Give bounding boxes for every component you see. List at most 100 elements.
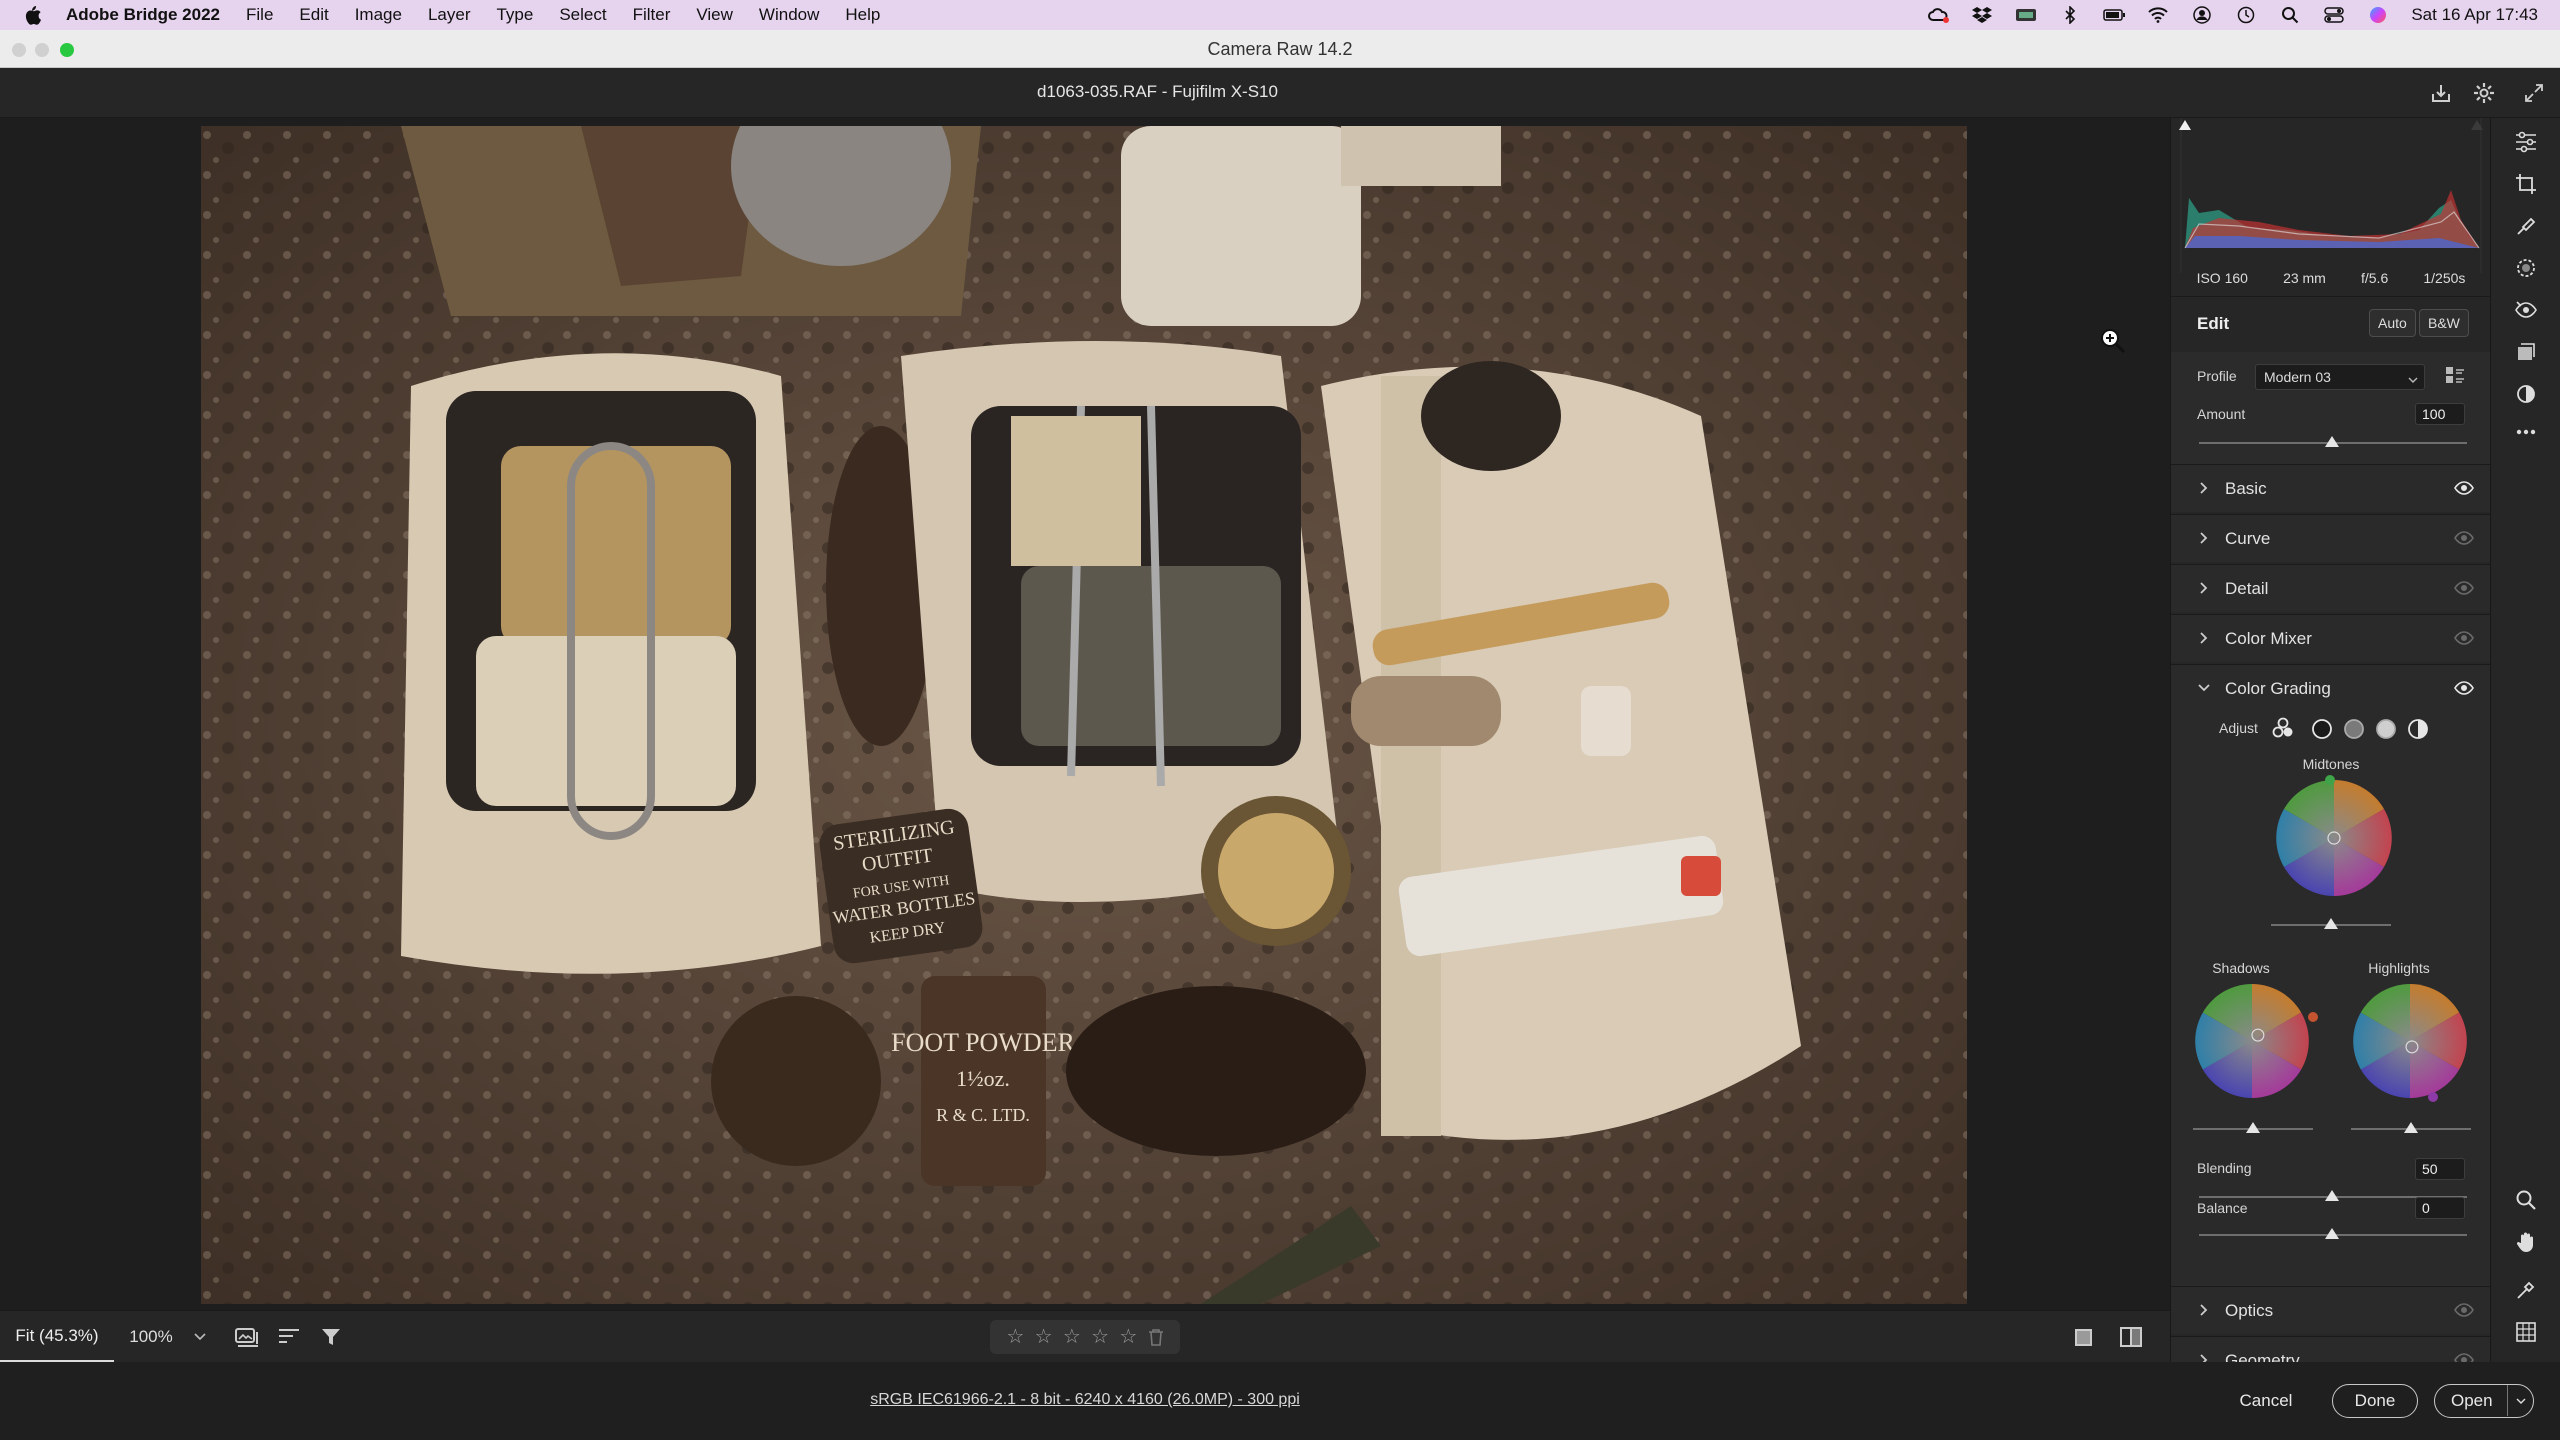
snapshots-icon[interactable] <box>2501 332 2551 372</box>
section-color-mixer[interactable]: Color Mixer <box>2171 614 2491 662</box>
control-center-icon[interactable] <box>2323 6 2345 24</box>
shadows-wheel-icon[interactable] <box>2311 718 2333 740</box>
three-way-icon[interactable] <box>2271 716 2295 740</box>
zoom-100-button[interactable]: 100% <box>114 1311 188 1363</box>
save-image-icon[interactable] <box>2427 79 2455 107</box>
time-machine-icon[interactable] <box>2235 6 2257 24</box>
bluetooth-icon[interactable] <box>2059 6 2081 24</box>
amount-input[interactable]: 100 <box>2415 403 2465 425</box>
highlights-hue-dot[interactable] <box>2428 1092 2438 1102</box>
more-icon[interactable] <box>2501 412 2551 452</box>
creative-cloud-icon[interactable] <box>1927 6 1950 24</box>
eye-icon[interactable] <box>2454 580 2474 596</box>
amount-slider-thumb[interactable] <box>2325 436 2339 447</box>
wifi-icon[interactable] <box>2147 6 2169 24</box>
cancel-button[interactable]: Cancel <box>2228 1384 2304 1418</box>
trash-icon[interactable] <box>1148 1328 1164 1346</box>
midtones-wheel-icon[interactable] <box>2343 718 2365 740</box>
open-dropdown-icon[interactable] <box>2507 1385 2533 1416</box>
menu-window[interactable]: Window <box>759 5 819 25</box>
star-1[interactable]: ☆ <box>1006 1327 1024 1347</box>
zoom-fit-button[interactable]: Fit (45.3%) <box>0 1311 114 1363</box>
filter-icon[interactable] <box>316 1323 346 1351</box>
menu-help[interactable]: Help <box>845 5 880 25</box>
healing-brush-icon[interactable] <box>2501 206 2551 246</box>
profile-select[interactable]: Modern 03 <box>2255 364 2425 390</box>
red-eye-icon[interactable] <box>2501 290 2551 330</box>
blending-slider-thumb[interactable] <box>2325 1190 2339 1201</box>
apple-logo-icon[interactable] <box>22 4 48 26</box>
shadows-hue-dot[interactable] <box>2308 1012 2318 1022</box>
profile-browser-icon[interactable] <box>2445 366 2465 384</box>
midtones-hue-dot[interactable] <box>2325 775 2335 785</box>
menu-image[interactable]: Image <box>355 5 402 25</box>
star-3[interactable]: ☆ <box>1063 1327 1081 1347</box>
eye-icon[interactable] <box>2454 1302 2474 1318</box>
eye-icon[interactable] <box>2454 680 2474 696</box>
highlights-lum-thumb[interactable] <box>2404 1122 2418 1133</box>
eye-icon[interactable] <box>2454 480 2474 496</box>
menu-filter[interactable]: Filter <box>633 5 671 25</box>
menu-layer[interactable]: Layer <box>428 5 471 25</box>
zoom-icon[interactable] <box>2501 1180 2551 1220</box>
gear-icon[interactable] <box>2470 79 2498 107</box>
auto-button[interactable]: Auto <box>2369 309 2416 337</box>
midtones-color-wheel[interactable] <box>2274 778 2394 898</box>
eye-icon[interactable] <box>2454 530 2474 546</box>
section-optics[interactable]: Optics <box>2171 1286 2491 1334</box>
star-4[interactable]: ☆ <box>1091 1327 1109 1347</box>
app-name[interactable]: Adobe Bridge 2022 <box>66 5 220 25</box>
photo-preview[interactable]: STERILIZING OUTFIT FOR USE WITH WATER BO… <box>201 126 1967 1304</box>
highlights-color-wheel[interactable] <box>2351 982 2469 1100</box>
dropbox-icon[interactable] <box>1971 6 1993 24</box>
bw-button[interactable]: B&W <box>2419 309 2469 337</box>
masking-icon[interactable] <box>2501 248 2551 288</box>
grid-icon[interactable] <box>2501 1312 2551 1352</box>
presets-icon[interactable] <box>2501 374 2551 414</box>
filmstrip-icon[interactable] <box>232 1323 262 1351</box>
star-rating[interactable]: ☆ ☆ ☆ ☆ ☆ <box>990 1320 1180 1354</box>
blending-input[interactable]: 50 <box>2415 1158 2465 1180</box>
battery-icon[interactable] <box>2103 6 2126 24</box>
app-status-icon[interactable] <box>2015 6 2037 24</box>
shadows-color-wheel[interactable] <box>2193 982 2311 1100</box>
section-geometry[interactable]: Geometry <box>2171 1336 2491 1362</box>
menu-view[interactable]: View <box>696 5 733 25</box>
spotlight-icon[interactable] <box>2279 6 2301 24</box>
before-after-icon[interactable] <box>2116 1323 2146 1351</box>
section-basic[interactable]: Basic <box>2171 464 2491 512</box>
hand-icon[interactable] <box>2501 1222 2551 1262</box>
menu-select[interactable]: Select <box>559 5 606 25</box>
shadows-lum-thumb[interactable] <box>2246 1122 2260 1133</box>
siri-icon[interactable] <box>2367 6 2389 24</box>
balance-input[interactable]: 0 <box>2415 1197 2465 1219</box>
sort-icon[interactable] <box>274 1323 304 1351</box>
edit-sliders-icon[interactable] <box>2501 122 2551 162</box>
menubar-clock[interactable]: Sat 16 Apr 17:43 <box>2411 5 2538 25</box>
chevron-right-icon <box>2197 481 2211 495</box>
eye-icon[interactable] <box>2454 630 2474 646</box>
menu-edit[interactable]: Edit <box>299 5 328 25</box>
color-sampler-icon[interactable] <box>2501 1270 2551 1310</box>
midtones-lum-thumb[interactable] <box>2324 918 2338 929</box>
user-icon[interactable] <box>2191 6 2213 24</box>
eye-icon[interactable] <box>2454 1352 2474 1362</box>
section-detail[interactable]: Detail <box>2171 564 2491 612</box>
zoom-dropdown-icon[interactable] <box>190 1327 210 1347</box>
done-button[interactable]: Done <box>2332 1384 2418 1418</box>
global-wheel-icon[interactable] <box>2407 718 2429 740</box>
crop-icon[interactable] <box>2501 164 2551 204</box>
star-2[interactable]: ☆ <box>1035 1327 1053 1347</box>
section-color-grading[interactable]: Color Grading <box>2171 664 2491 712</box>
image-canvas[interactable]: STERILIZING OUTFIT FOR USE WITH WATER BO… <box>0 118 2170 1310</box>
menu-type[interactable]: Type <box>496 5 533 25</box>
workflow-options-link[interactable]: sRGB IEC61966-2.1 - 8 bit - 6240 x 4160 … <box>0 1391 2170 1409</box>
highlights-wheel-icon[interactable] <box>2375 718 2397 740</box>
open-button[interactable]: Open <box>2434 1384 2534 1418</box>
section-curve[interactable]: Curve <box>2171 514 2491 562</box>
fullscreen-icon[interactable] <box>2520 79 2548 107</box>
menu-file[interactable]: File <box>246 5 273 25</box>
star-5[interactable]: ☆ <box>1119 1327 1137 1347</box>
balance-slider-thumb[interactable] <box>2325 1228 2339 1239</box>
single-view-icon[interactable] <box>2068 1323 2098 1351</box>
